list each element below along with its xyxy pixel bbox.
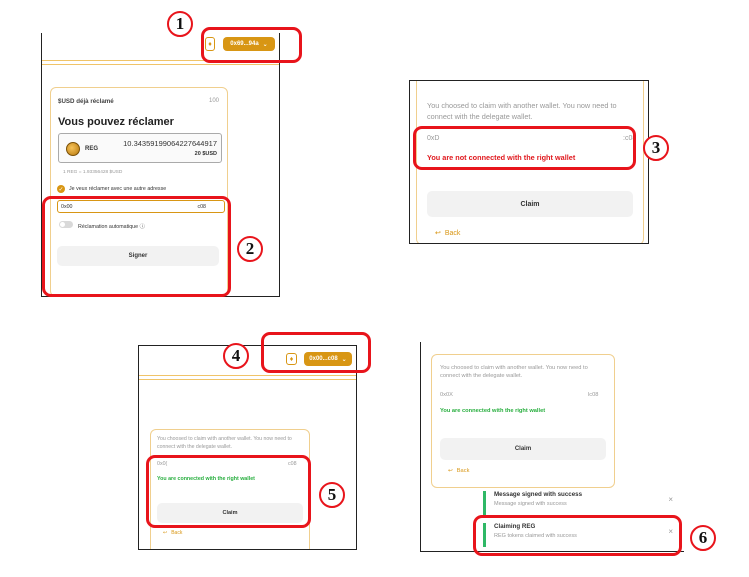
highlight-wallet — [201, 27, 302, 63]
highlight-connected-wallet — [261, 332, 371, 373]
highlight-address — [42, 196, 231, 297]
claimed-label: $USD déjà réclamé — [58, 98, 114, 105]
highlight-wrong-wallet — [413, 126, 636, 170]
delegate-message: You choosed to claim with another wallet… — [440, 365, 588, 380]
highlight-connected-status — [146, 455, 311, 528]
other-address-checkbox[interactable]: ✓ — [57, 185, 65, 193]
reg-token-icon — [66, 142, 80, 156]
back-arrow-icon: ↩ — [163, 530, 168, 536]
back-link[interactable]: ↩ Back — [435, 229, 461, 238]
header-divider-2 — [42, 64, 279, 65]
claimed-value: 100 — [208, 98, 219, 104]
back-link[interactable]: ↩ Back — [163, 530, 182, 536]
marker-4: 4 — [223, 343, 249, 369]
back-link[interactable]: ↩ Back — [448, 468, 469, 474]
token-usd-value: 20 $USD — [194, 151, 217, 157]
other-address-label: Je veux réclamer avec une autre adresse — [69, 186, 167, 192]
marker-5: 5 — [319, 482, 345, 508]
delegate-message: You choosed to claim with another wallet… — [427, 101, 617, 121]
token-symbol: REG — [85, 146, 99, 152]
exchange-rate: 1 REG = 1.93356428 $USD — [63, 170, 123, 175]
address-end: lc08 — [588, 392, 599, 398]
back-label: Back — [456, 468, 470, 474]
marker-3: 3 — [643, 135, 669, 161]
toast-message-signed: Message signed with success Message sign… — [483, 491, 677, 515]
marker-2: 2 — [237, 236, 263, 262]
marker-6: 6 — [690, 525, 716, 551]
claim-button[interactable]: Claim — [427, 191, 633, 217]
marker-1: 1 — [167, 11, 193, 37]
header-divider-2 — [139, 379, 356, 380]
claim-card: You choosed to claim with another wallet… — [431, 354, 615, 488]
claim-button[interactable]: Claim — [440, 438, 606, 460]
toast-body: Message signed with success — [494, 501, 567, 507]
header-divider — [139, 375, 356, 376]
back-arrow-icon: ↩ — [448, 468, 453, 474]
checkmark-icon: ✓ — [58, 186, 64, 193]
claim-heading: Vous pouvez réclamer — [58, 116, 174, 128]
back-arrow-icon: ↩ — [435, 230, 441, 237]
highlight-claim-success — [473, 515, 682, 556]
back-label: Back — [171, 530, 183, 536]
token-amount-box: REG 10.34359199064227644917 20 $USD — [58, 133, 222, 163]
back-label: Back — [444, 229, 461, 237]
wallet-status-success: You are connected with the right wallet — [440, 408, 546, 414]
delegate-message: You choosed to claim with another wallet… — [157, 436, 292, 450]
close-icon[interactable]: × — [668, 495, 673, 504]
token-amount: 10.34359199064227644917 — [123, 139, 217, 148]
toast-title: Message signed with success — [494, 491, 583, 498]
address-start: 0x0X — [440, 392, 453, 398]
